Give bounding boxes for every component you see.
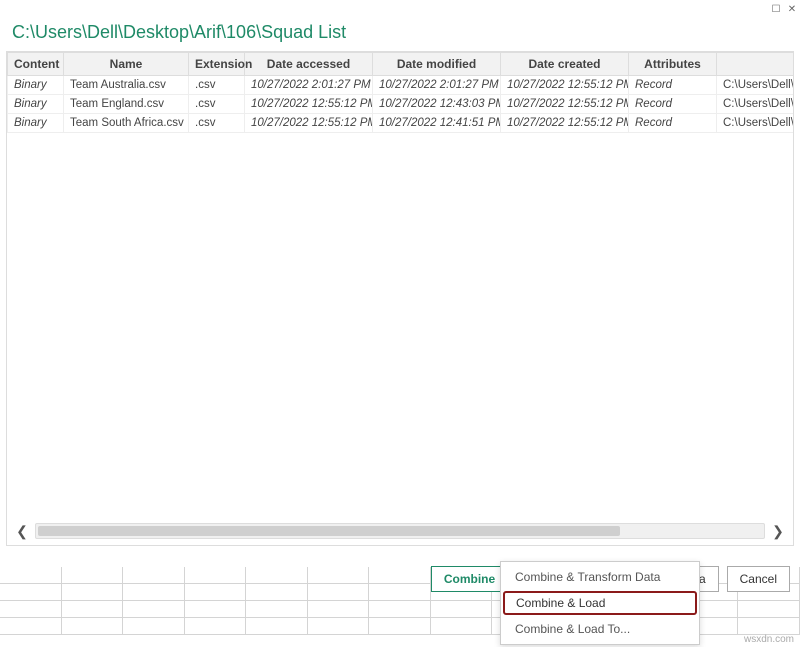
scroll-left-arrow[interactable]: ❮ — [11, 523, 33, 539]
path-title: C:\Users\Dell\Desktop\Arif\106\Squad Lis… — [0, 18, 800, 51]
table-row[interactable]: BinaryTeam South Africa.csv.csv10/27/202… — [8, 114, 795, 133]
col-date-modified[interactable]: Date modified — [373, 53, 501, 76]
cell-modified: 10/27/2022 12:41:51 PM — [373, 114, 501, 133]
cell-folder: C:\Users\Dell\De — [717, 114, 795, 133]
col-name[interactable]: Name — [64, 53, 189, 76]
cell-created: 10/27/2022 12:55:12 PM — [501, 114, 629, 133]
cell-modified: 10/27/2022 2:01:27 PM — [373, 76, 501, 95]
cell-ext: .csv — [189, 114, 245, 133]
cell-created: 10/27/2022 12:55:12 PM — [501, 76, 629, 95]
cell-accessed: 10/27/2022 12:55:12 PM — [245, 95, 373, 114]
combine-dropdown-menu: Combine & Transform Data Combine & Load … — [500, 561, 700, 645]
cell-folder: C:\Users\Dell\De — [717, 76, 795, 95]
cell-modified: 10/27/2022 12:43:03 PM — [373, 95, 501, 114]
combine-label: Combine — [444, 572, 495, 586]
horizontal-scrollbar[interactable] — [35, 523, 765, 539]
cell-accessed: 10/27/2022 2:01:27 PM — [245, 76, 373, 95]
cell-attr: Record — [629, 95, 717, 114]
table-row[interactable]: BinaryTeam Australia.csv.csv10/27/2022 2… — [8, 76, 795, 95]
scroll-right-arrow[interactable]: ❯ — [767, 523, 789, 539]
col-content[interactable]: Content — [8, 53, 64, 76]
cell-name: Team Australia.csv — [64, 76, 189, 95]
cancel-button[interactable]: Cancel — [727, 566, 790, 592]
data-preview-table: Content Name Extension Date accessed Dat… — [6, 51, 794, 546]
title-bar: ☐ ✕ — [0, 0, 800, 18]
maximize-icon[interactable]: ☐ — [770, 3, 782, 15]
cell-content: Binary — [8, 114, 64, 133]
menu-combine-transform[interactable]: Combine & Transform Data — [501, 564, 699, 590]
cell-ext: .csv — [189, 95, 245, 114]
cell-content: Binary — [8, 95, 64, 114]
col-extension[interactable]: Extension — [189, 53, 245, 76]
cell-folder: C:\Users\Dell\De — [717, 95, 795, 114]
cell-accessed: 10/27/2022 12:55:12 PM — [245, 114, 373, 133]
menu-combine-load[interactable]: Combine & Load — [503, 591, 697, 615]
col-date-created[interactable]: Date created — [501, 53, 629, 76]
table-header-row: Content Name Extension Date accessed Dat… — [8, 53, 795, 76]
col-folder[interactable]: Fol — [717, 53, 795, 76]
cell-created: 10/27/2022 12:55:12 PM — [501, 95, 629, 114]
cell-attr: Record — [629, 76, 717, 95]
watermark: wsxdn.com — [744, 634, 794, 645]
col-attributes[interactable]: Attributes — [629, 53, 717, 76]
cell-name: Team England.csv — [64, 95, 189, 114]
col-date-accessed[interactable]: Date accessed — [245, 53, 373, 76]
cell-content: Binary — [8, 76, 64, 95]
close-icon[interactable]: ✕ — [786, 3, 798, 15]
cell-attr: Record — [629, 114, 717, 133]
cell-ext: .csv — [189, 76, 245, 95]
menu-combine-load-to[interactable]: Combine & Load To... — [501, 616, 699, 642]
table-row[interactable]: BinaryTeam England.csv.csv10/27/2022 12:… — [8, 95, 795, 114]
cell-name: Team South Africa.csv — [64, 114, 189, 133]
